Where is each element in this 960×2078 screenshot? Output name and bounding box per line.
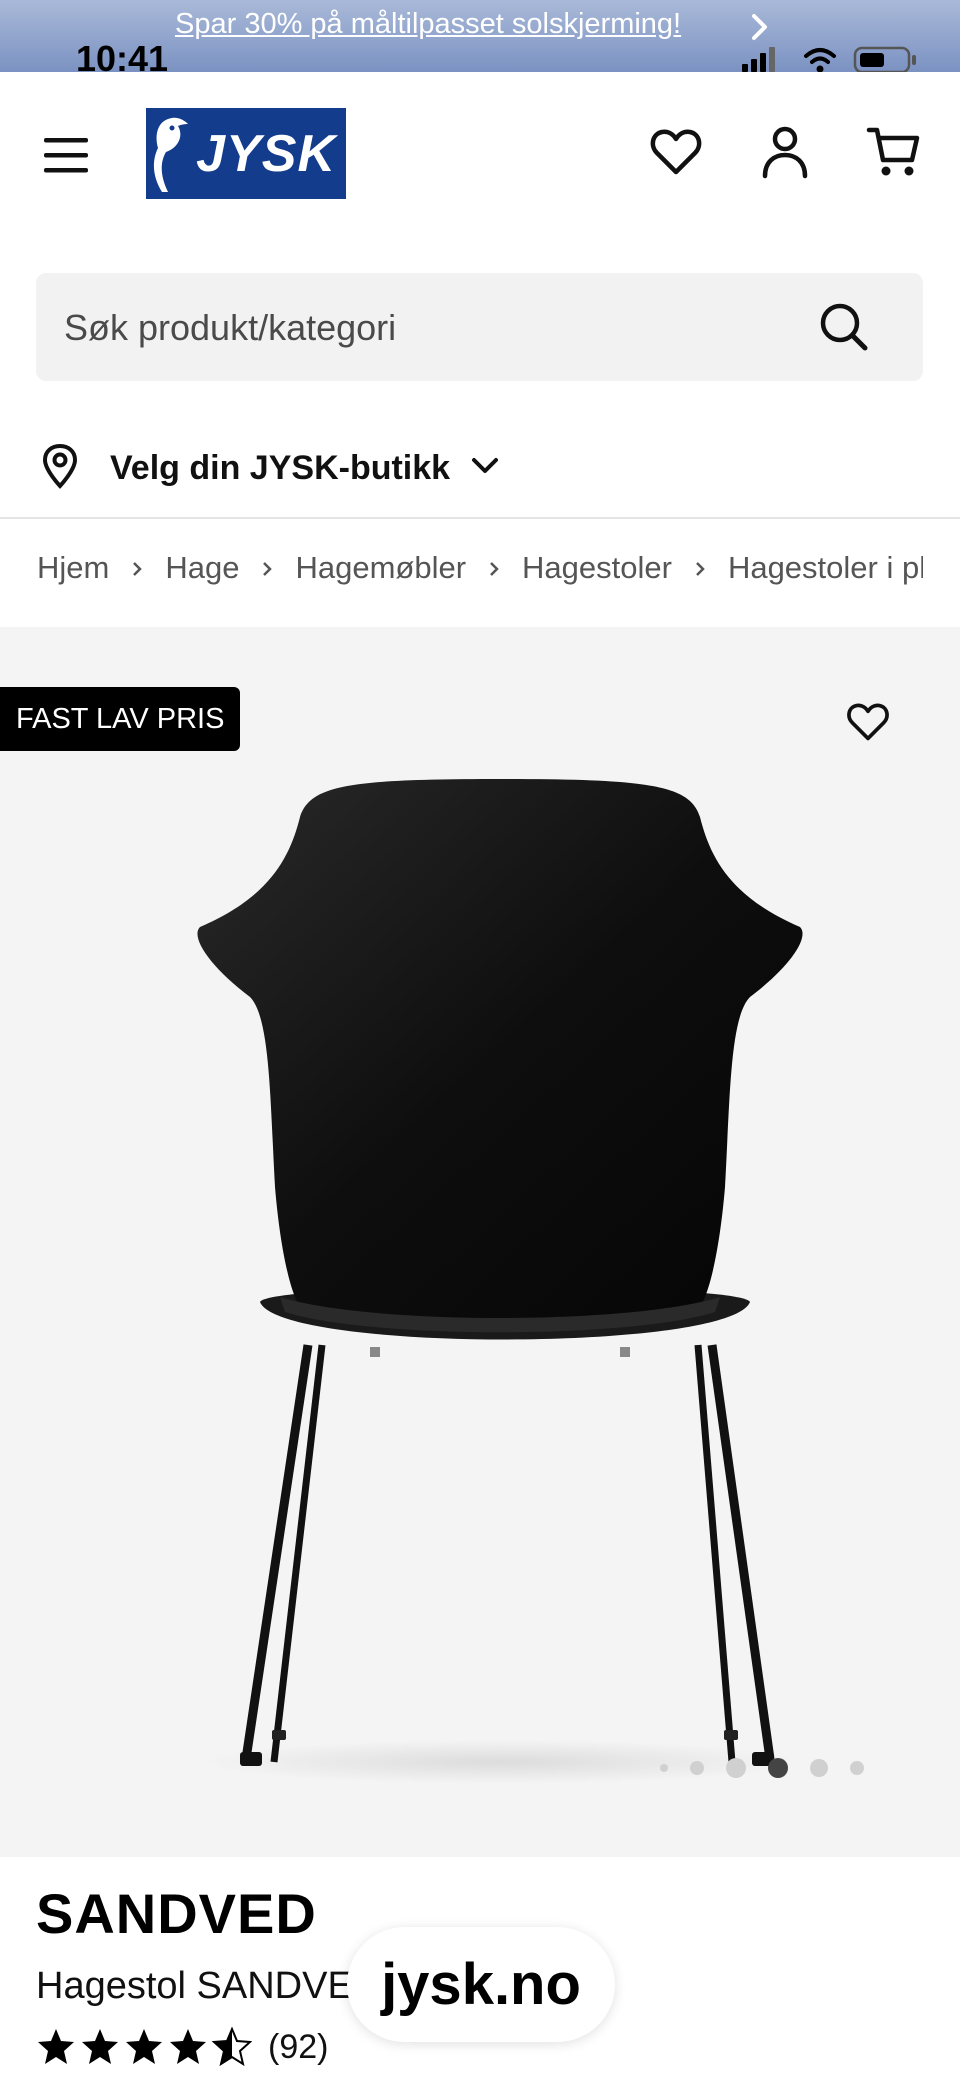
product-rating[interactable]: (92) xyxy=(36,2027,328,2067)
pagination-dot[interactable] xyxy=(726,1758,746,1778)
price-badge: FAST LAV PRIS xyxy=(0,687,241,751)
menu-icon[interactable] xyxy=(38,132,94,180)
heart-icon[interactable] xyxy=(845,699,901,755)
chevron-right-icon xyxy=(694,550,706,586)
location-pin-icon xyxy=(40,443,80,494)
browser-url: jysk.no xyxy=(381,1952,581,2017)
breadcrumb-item[interactable]: Hagemøbler xyxy=(295,550,466,586)
jysk-logo[interactable]: JYSK xyxy=(146,108,346,199)
product-title: SANDVED xyxy=(36,1882,317,1945)
chevron-right-icon[interactable] xyxy=(748,12,772,47)
heart-icon[interactable] xyxy=(648,124,704,180)
product-image xyxy=(170,777,830,1792)
battery-icon xyxy=(853,46,916,74)
pagination-dot[interactable] xyxy=(850,1761,864,1775)
breadcrumb-item[interactable]: Hage xyxy=(165,550,239,586)
browser-url-pill[interactable]: jysk.no xyxy=(347,1927,615,2042)
breadcrumb-item[interactable]: Hjem xyxy=(37,550,109,586)
chevron-right-icon xyxy=(488,550,500,586)
wifi-icon xyxy=(804,48,836,73)
pagination-dot[interactable] xyxy=(660,1764,668,1772)
promo-banner[interactable]: Spar 30% på måltilpasset solskjerming! 1… xyxy=(0,0,960,79)
cart-icon[interactable] xyxy=(866,124,922,180)
chevron-right-icon xyxy=(261,550,273,586)
site-header: JYSK xyxy=(0,72,960,242)
store-selector-label: Velg din JYSK-butikk xyxy=(110,448,451,487)
store-selector[interactable]: Velg din JYSK-butikk xyxy=(40,440,500,496)
breadcrumb-item[interactable]: Hagestoler xyxy=(522,550,672,586)
penguin-logo-icon xyxy=(148,114,190,201)
chevron-right-icon xyxy=(131,550,143,586)
divider xyxy=(0,517,960,519)
breadcrumb: Hjem Hage Hagemøbler Hagestoler Hagestoler i… xyxy=(37,548,923,598)
search-input[interactable] xyxy=(62,273,826,383)
breadcrumb-item[interactable]: Hagestoler i pla xyxy=(728,550,923,586)
pagination-dot[interactable] xyxy=(690,1761,704,1775)
image-pagination[interactable] xyxy=(660,1758,886,1778)
pagination-dot[interactable] xyxy=(810,1759,828,1777)
product-subtitle: Hagestol SANDVE xyxy=(36,1965,353,2007)
chevron-down-icon xyxy=(470,456,500,481)
user-icon[interactable] xyxy=(757,124,813,180)
star-rating-icon xyxy=(38,2027,252,2067)
product-gallery[interactable]: FAST LAV PRIS xyxy=(0,627,960,1857)
signal-icon xyxy=(742,47,775,72)
promo-link[interactable]: Spar 30% på måltilpasset solskjerming! xyxy=(175,8,681,41)
search-bar xyxy=(36,273,923,383)
rating-count: (92) xyxy=(268,2027,329,2066)
pagination-dot-active[interactable] xyxy=(768,1758,788,1778)
logo-text: JYSK xyxy=(196,124,336,183)
search-icon[interactable] xyxy=(816,299,872,355)
